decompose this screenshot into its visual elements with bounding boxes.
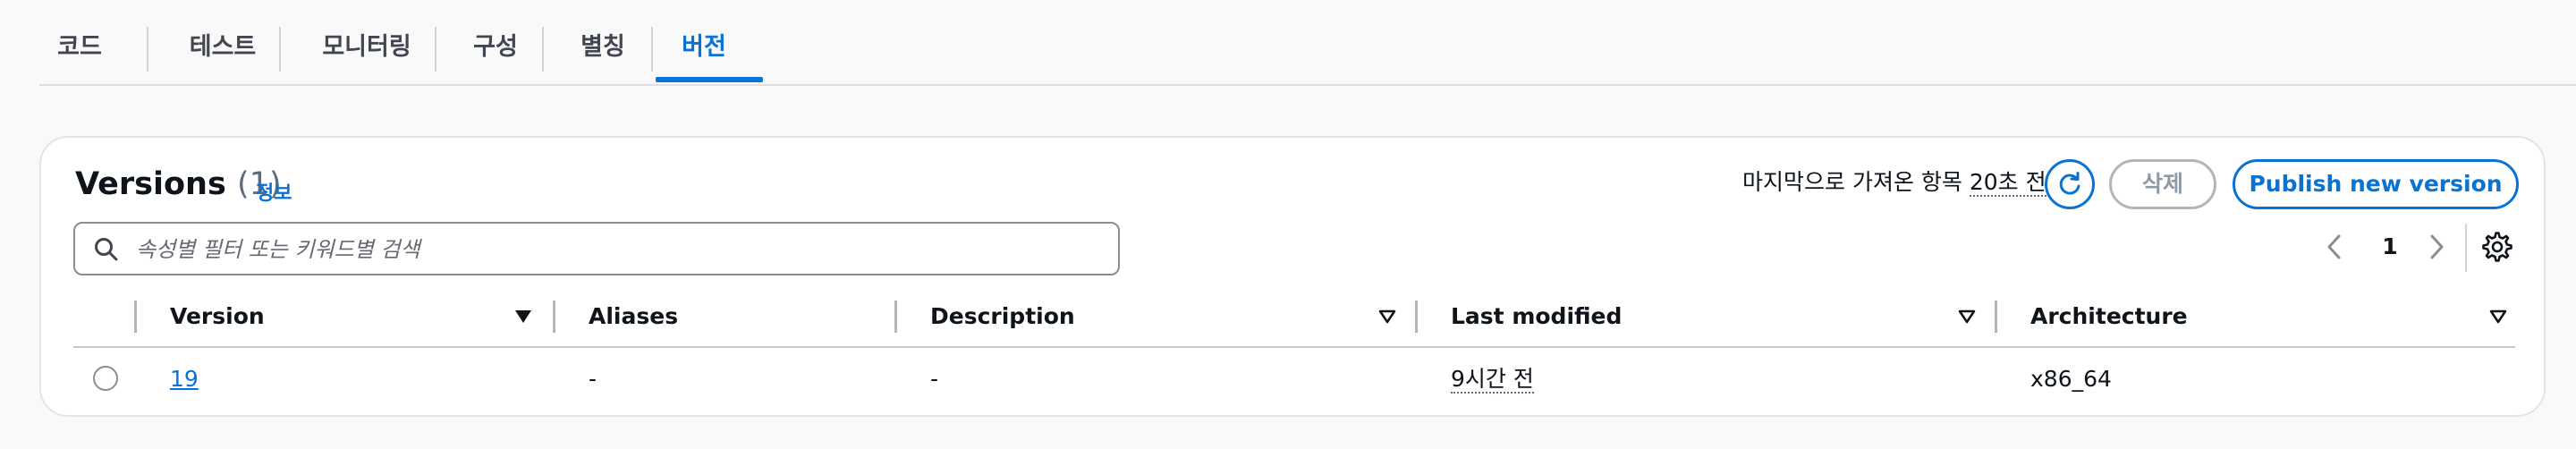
cell-aliases: - bbox=[589, 366, 597, 392]
sort-desc-icon[interactable] bbox=[513, 308, 533, 326]
version-link[interactable]: 19 bbox=[170, 361, 199, 397]
table-header-divider bbox=[73, 346, 2515, 348]
page-number[interactable]: 1 bbox=[2379, 227, 2401, 267]
column-header-last-modified[interactable]: Last modified bbox=[1451, 299, 1622, 335]
refresh-icon bbox=[2059, 172, 2080, 195]
column-header-aliases: Aliases bbox=[589, 303, 679, 329]
sort-icon[interactable] bbox=[2488, 308, 2508, 326]
tab-divider bbox=[542, 27, 544, 72]
column-divider bbox=[1415, 301, 1418, 333]
sort-icon[interactable] bbox=[1377, 308, 1397, 326]
settings-icon[interactable] bbox=[2481, 231, 2513, 263]
tab-divider bbox=[435, 27, 436, 72]
chevron-right-icon[interactable] bbox=[2426, 233, 2447, 261]
sort-icon[interactable] bbox=[1957, 308, 1977, 326]
search-icon bbox=[95, 238, 118, 261]
tab-divider bbox=[147, 27, 148, 72]
refresh-button[interactable] bbox=[2045, 159, 2095, 209]
cell-last-modified: 9시간 전 bbox=[1451, 361, 1534, 397]
tab-code[interactable]: 코드 bbox=[39, 20, 120, 75]
column-divider bbox=[1995, 301, 1997, 333]
tab-versions[interactable]: 버전 bbox=[668, 20, 740, 75]
tab-bar: 코드 테스트 모니터링 구성 별칭 버전 bbox=[39, 0, 2576, 86]
panel-title-text: Versions bbox=[75, 166, 226, 202]
row-select-radio[interactable] bbox=[93, 366, 118, 391]
tab-divider bbox=[279, 27, 281, 72]
cell-description: - bbox=[930, 366, 939, 392]
column-divider bbox=[553, 301, 555, 333]
column-header-description[interactable]: Description bbox=[930, 299, 1075, 335]
active-tab-indicator bbox=[656, 77, 763, 82]
delete-button[interactable]: 삭제 bbox=[2109, 159, 2216, 209]
tab-test[interactable]: 테스트 bbox=[174, 20, 272, 75]
pager-divider bbox=[2465, 224, 2467, 272]
column-divider bbox=[134, 301, 137, 333]
last-fetched-status: 마지막으로 가져온 항목 20초 전 bbox=[1742, 165, 2046, 200]
cell-architecture: x86_64 bbox=[2030, 366, 2112, 392]
publish-new-version-button[interactable]: Publish new version bbox=[2233, 159, 2519, 209]
tab-aliases[interactable]: 별칭 bbox=[567, 20, 639, 75]
panel-title: Versions (1) bbox=[75, 166, 282, 202]
versions-panel: Versions (1) 정보 마지막으로 가져온 항목 20초 전 삭제 Pu… bbox=[39, 136, 2546, 417]
tab-monitoring[interactable]: 모니터링 bbox=[304, 20, 429, 75]
tab-divider bbox=[651, 27, 653, 72]
info-link[interactable]: 정보 bbox=[256, 177, 292, 206]
column-header-version[interactable]: Version bbox=[170, 299, 265, 335]
column-header-architecture[interactable]: Architecture bbox=[2030, 299, 2188, 335]
last-fetched-label: 마지막으로 가져온 항목 bbox=[1742, 169, 1962, 195]
column-divider bbox=[894, 301, 897, 333]
last-modified-value: 9시간 전 bbox=[1451, 366, 1534, 394]
search-field bbox=[73, 222, 1120, 275]
search-input[interactable] bbox=[134, 231, 1104, 268]
tab-configuration[interactable]: 구성 bbox=[460, 20, 531, 75]
last-fetched-time: 20초 전 bbox=[1969, 169, 2046, 197]
chevron-left-icon[interactable] bbox=[2324, 233, 2345, 261]
